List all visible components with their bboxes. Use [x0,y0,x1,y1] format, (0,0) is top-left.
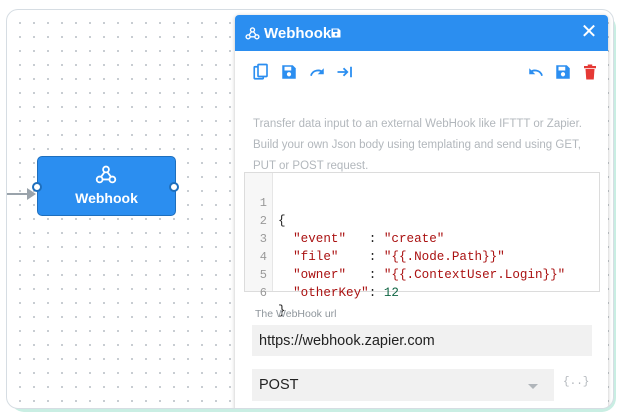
code-line: 1 { [245,176,305,228]
webhook-url-input[interactable] [252,325,592,356]
redo-icon[interactable] [308,63,326,81]
node-input-port[interactable] [32,182,42,192]
json-separator: : [368,250,384,264]
webhook-description: Transfer data input to an external WebHo… [253,118,582,172]
panel-title: Webhook [264,25,332,42]
save-icon[interactable] [330,27,342,39]
node-output-port[interactable] [169,182,179,192]
json-pad [338,250,368,264]
template-toggle-button[interactable]: {..} [563,376,589,388]
step-forward-icon[interactable] [336,63,354,81]
webhook-node[interactable]: Webhook [37,156,176,216]
json-separator: : [368,268,384,282]
save-icon[interactable] [554,63,572,81]
json-separator: : [368,286,384,300]
save-icon[interactable] [280,63,298,81]
copy-icon[interactable] [252,63,270,81]
webhook-url-label: The WebHook url [255,308,337,320]
json-pad [346,268,369,282]
json-body-editor[interactable]: 1 { 2 "event" : "create" 3 "file" : "{{.… [244,172,600,318]
node-label: Webhook [75,190,138,206]
json-value: "create" [383,232,445,246]
chevron-down-icon [528,384,538,389]
flow-canvas[interactable]: Webhook Webhook ✕ Transfer data input to… [6,9,614,409]
json-pad [346,232,369,246]
toolbar [235,51,608,91]
panel-header: Webhook ✕ [235,15,608,51]
code-line: 4 "owner" : "{{.ContextUser.Login}}" [245,230,565,282]
line-number: 6 [259,286,267,300]
method-select-value: POST [259,377,299,393]
json-value: "{{.Node.Path}}" [383,250,505,264]
delete-icon[interactable] [581,63,599,81]
code-line: 3 "file" : "{{.Node.Path}}" [245,212,505,264]
code-line: 6 } [245,266,305,318]
json-value: 12 [383,286,399,300]
json-separator: : [368,232,384,246]
method-select[interactable]: POST [252,369,554,401]
webhook-editor-panel: Webhook ✕ Transfer data input to an exte… [235,15,608,408]
json-value: "{{.ContextUser.Login}}" [383,268,566,282]
code-line: 5 "otherKey": 12 [245,248,399,300]
undo-icon[interactable] [527,63,545,81]
webhook-icon [95,165,117,184]
code-line-content: "file" : "{{.Node.Path}}" [278,248,505,266]
code-line-content: "owner" : "{{.ContextUser.Login}}" [278,266,565,284]
close-button[interactable]: ✕ [580,22,598,42]
code-line: 2 "event" : "create" [245,194,445,246]
webhook-icon [245,27,260,40]
